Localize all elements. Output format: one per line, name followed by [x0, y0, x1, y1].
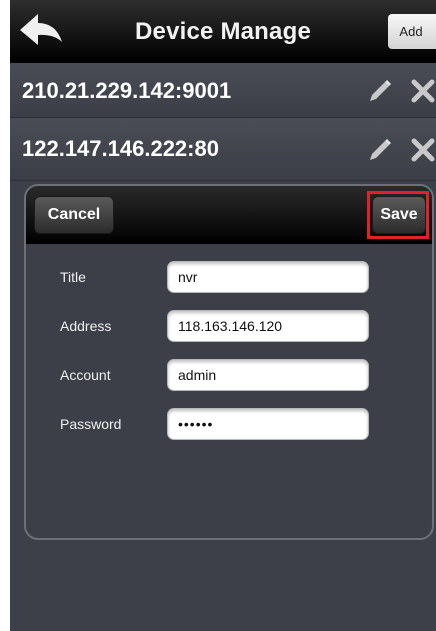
address-label: Address — [60, 318, 112, 334]
title-row: Title nvr — [26, 261, 432, 295]
account-field[interactable]: admin — [167, 359, 369, 391]
password-label: Password — [60, 416, 122, 432]
password-field[interactable]: •••••• — [167, 408, 369, 440]
edit-device-panel: Cancel Save Title nvr Address 118.163.14… — [24, 184, 434, 540]
device-row[interactable]: 122.147.146.222:80 — [10, 118, 436, 181]
device-address: 210.21.229.142:9001 — [22, 78, 232, 103]
address-field[interactable]: 118.163.146.120 — [167, 310, 369, 342]
title-label: Title — [60, 269, 86, 285]
add-device-button[interactable]: Add — [388, 14, 436, 49]
app-screen: Device Manage Add 210.21.229.142:9001 12… — [10, 0, 436, 631]
panel-toolbar: Cancel Save — [26, 186, 432, 244]
device-row[interactable]: 210.21.229.142:9001 — [10, 63, 436, 118]
page-title: Device Manage — [134, 18, 311, 45]
password-row: Password •••••• — [26, 408, 432, 442]
navigation-bar: Device Manage Add — [10, 0, 436, 63]
cancel-button[interactable]: Cancel — [34, 196, 114, 234]
close-icon[interactable] — [410, 136, 436, 164]
close-icon[interactable] — [410, 77, 436, 105]
save-button[interactable]: Save — [372, 196, 426, 234]
device-address: 122.147.146.222:80 — [22, 136, 219, 161]
account-label: Account — [60, 367, 111, 383]
pencil-icon[interactable] — [364, 136, 394, 164]
address-row: Address 118.163.146.120 — [26, 310, 432, 344]
title-field[interactable]: nvr — [167, 261, 369, 293]
account-row: Account admin — [26, 359, 432, 393]
pencil-icon[interactable] — [364, 77, 394, 105]
